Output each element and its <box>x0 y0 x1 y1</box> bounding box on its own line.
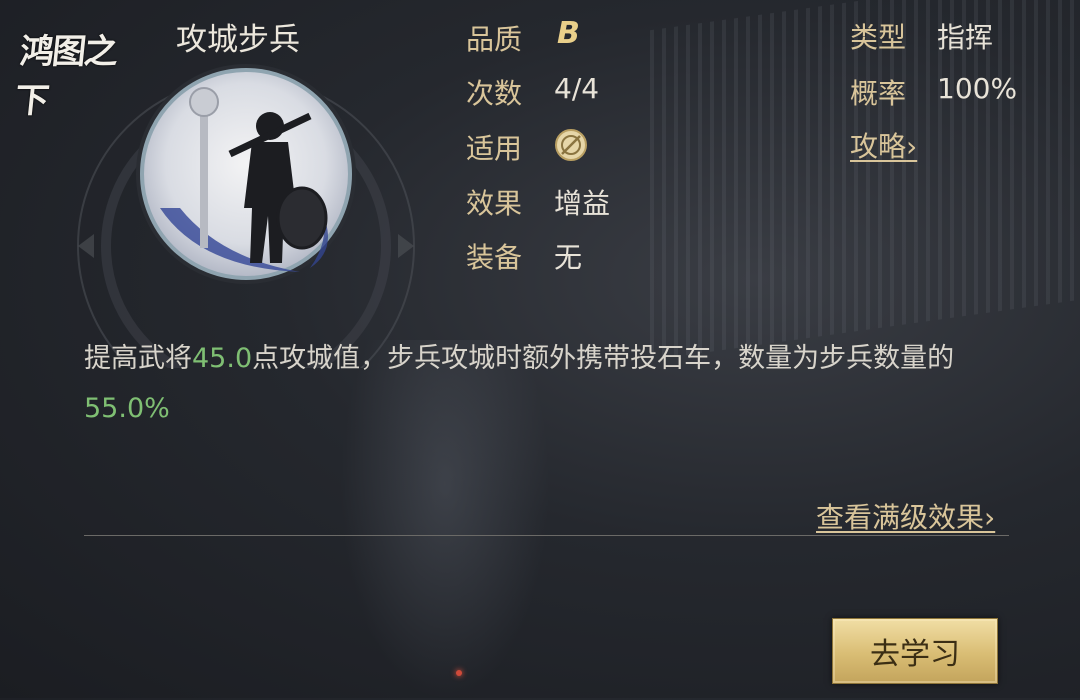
type-label: 类型 <box>850 21 907 54</box>
description-text-1: 提高武将 <box>84 343 192 374</box>
slashed-circle-icon <box>555 129 587 161</box>
equipment-value: 无 <box>554 241 583 274</box>
ember-dot <box>456 670 462 676</box>
probability-value: 100% <box>937 72 1018 105</box>
description-text-2: 点攻城值，步兵攻城时额外携带投石车，数量为步兵数量的 <box>252 343 955 374</box>
effect-label: 效果 <box>466 187 523 220</box>
view-full-level-effect-link[interactable]: 查看满级效果› <box>816 496 995 536</box>
description-value-1: 45.0 <box>192 343 253 374</box>
full-level-link-label: 查看满级效果 <box>816 501 985 534</box>
chevron-right-icon: › <box>906 130 918 163</box>
uses-label: 次数 <box>466 77 523 110</box>
skill-name: 攻城步兵 <box>176 22 300 58</box>
probability-label: 概率 <box>850 77 907 110</box>
uses-value: 4/4 <box>554 72 600 105</box>
divider <box>84 535 1009 536</box>
type-value: 指挥 <box>937 21 994 54</box>
learn-button[interactable]: 去学习 <box>832 618 998 684</box>
applies-label: 适用 <box>466 132 523 165</box>
skill-emblem <box>77 64 415 368</box>
quality-value: B <box>557 16 580 51</box>
equipment-label: 装备 <box>466 241 523 274</box>
strategy-link-label: 攻略 <box>850 130 907 163</box>
skill-description: 提高武将45.0点攻城值，步兵攻城时额外携带投石车，数量为步兵数量的 55.0% <box>84 334 1014 434</box>
chevron-right-icon: › <box>984 501 996 534</box>
quality-label: 品质 <box>466 23 523 56</box>
description-value-2: 55.0% <box>84 393 170 424</box>
strategy-link[interactable]: 攻略› <box>850 125 917 165</box>
effect-value: 增益 <box>554 187 611 220</box>
